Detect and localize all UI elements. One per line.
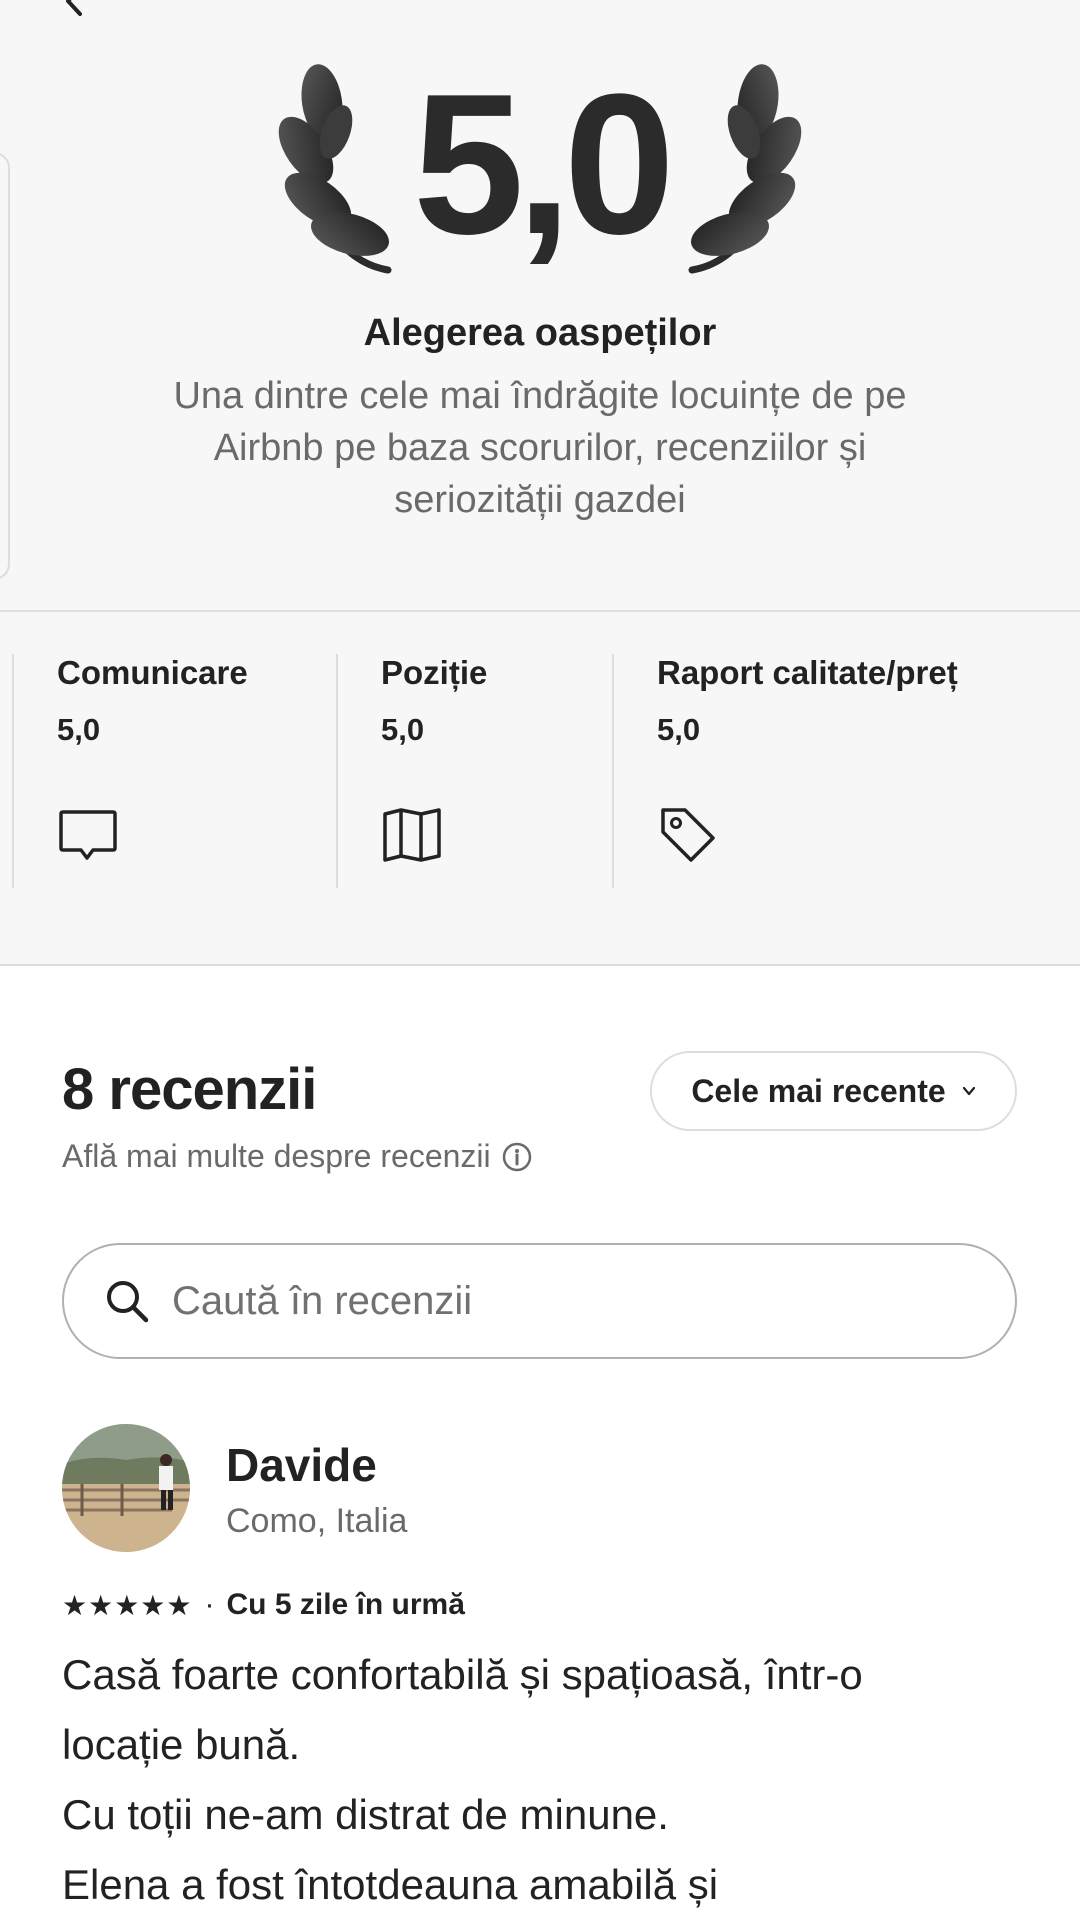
meta-separator: · [204, 1588, 215, 1621]
avatar-photo [62, 1424, 190, 1552]
category-value: 5,0 [657, 712, 701, 747]
info-icon [502, 1142, 531, 1171]
category-value-for-money: Raport calitate/preț 5,0 [657, 654, 1057, 886]
map-icon [383, 808, 441, 862]
star-rating: ★★★★★ [62, 1589, 193, 1621]
category-ratings: Comunicare 5,0 Poziție 5,0 Raport calita… [0, 612, 1080, 964]
category-location: Poziție 5,0 [381, 654, 601, 886]
reviewer-location: Como, Italia [226, 1502, 408, 1540]
review-meta: ★★★★★ · Cu 5 zile în urmă [62, 1588, 465, 1622]
avatar[interactable] [62, 1424, 190, 1552]
overall-score: 5,0 [412, 53, 675, 276]
review-text-line: Cu toții ne-am distrat de minune. [62, 1791, 669, 1838]
search-icon [107, 1281, 149, 1323]
category-label: Poziție [381, 654, 488, 691]
reviewer-name: Davide [226, 1439, 377, 1491]
divider [0, 964, 1080, 966]
review-text: Casă foarte confortabilă și spațioasă, î… [62, 1640, 1022, 1920]
price-tag-icon [661, 808, 715, 862]
review-text-line: Casă foarte confortabilă și spațioasă, î… [62, 1651, 863, 1698]
guest-favorite-description: Una dintre cele mai îndrăgite locuințe d… [173, 375, 907, 521]
chevron-down-icon [962, 1086, 975, 1096]
search-reviews-input[interactable] [172, 1278, 972, 1324]
learn-more-reviews-link[interactable]: Află mai multe despre recenzii [62, 1138, 533, 1175]
sort-dropdown-button[interactable]: Cele mai recente [650, 1051, 1017, 1131]
category-label: Raport calitate/preț [657, 654, 958, 691]
category-value: 5,0 [57, 712, 101, 747]
chat-bubble-icon [59, 810, 117, 860]
laurel-right-icon [688, 64, 802, 274]
reviews-count-heading: 8 recenzii [62, 1057, 317, 1122]
guest-favorite-badge: 5,0 [0, 50, 1080, 280]
category-divider [612, 654, 614, 888]
review-text-line: locație bună. [62, 1721, 301, 1768]
sort-label: Cele mai recente [691, 1072, 946, 1109]
laurel-left-icon [278, 64, 392, 274]
category-label: Comunicare [57, 654, 248, 691]
guest-favorite-title: Alegerea oaspeților [363, 312, 717, 354]
category-divider [12, 654, 14, 888]
category-divider [336, 654, 338, 888]
review-date: Cu 5 zile în urmă [226, 1588, 465, 1621]
search-reviews-box[interactable] [62, 1243, 1017, 1359]
review-text-line: Elena a fost întotdeauna amabilă și [62, 1861, 719, 1908]
category-value: 5,0 [381, 712, 425, 747]
back-chevron-icon[interactable] [60, 0, 90, 16]
rating-summary-section: 5,0 Alegerea oaspeților Una dintre cele … [0, 0, 1080, 965]
learn-more-label: Află mai multe despre recenzii [62, 1138, 491, 1174]
category-communication: Comunicare 5,0 [57, 654, 327, 886]
